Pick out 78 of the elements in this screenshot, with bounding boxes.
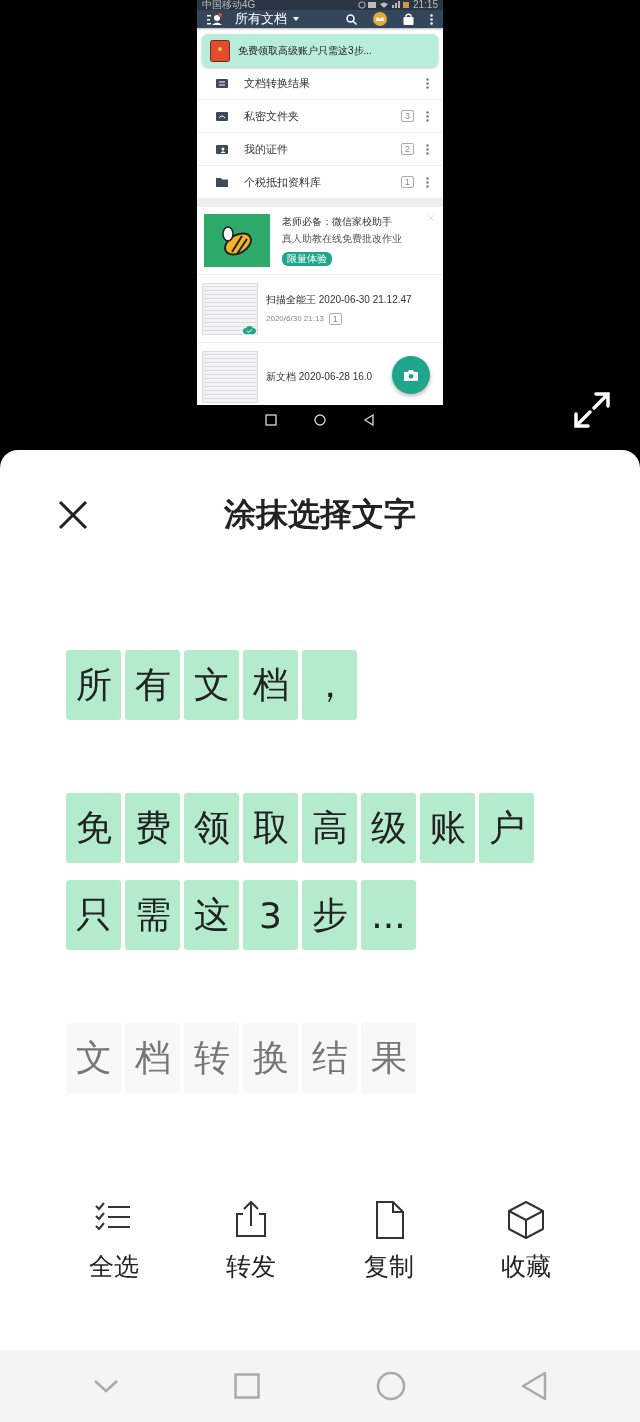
text-chip[interactable]: 所 bbox=[66, 650, 121, 720]
text-chip[interactable]: 这 bbox=[184, 880, 239, 950]
folder-row[interactable]: 我的证件 2 bbox=[197, 133, 443, 166]
action-button[interactable]: 转发 bbox=[206, 1200, 297, 1283]
action-button[interactable]: 全选 bbox=[68, 1200, 159, 1283]
more-icon[interactable] bbox=[430, 13, 433, 25]
more-icon[interactable] bbox=[426, 176, 429, 188]
cube-icon bbox=[506, 1200, 547, 1240]
bag-icon[interactable] bbox=[403, 13, 414, 25]
text-chip[interactable]: 文 bbox=[66, 1023, 121, 1093]
page-count: 1 bbox=[328, 312, 342, 325]
promo-banner[interactable]: 免费领取高级账户只需这3步... bbox=[202, 34, 438, 67]
folder-row[interactable]: 私密文件夹 3 bbox=[197, 100, 443, 133]
circle-icon bbox=[314, 414, 326, 426]
text-chip[interactable]: 免 bbox=[66, 793, 121, 863]
id-folder-icon bbox=[216, 143, 228, 155]
bee-drawing bbox=[204, 214, 270, 267]
text-chip[interactable]: 只 bbox=[66, 880, 121, 950]
text-chip[interactable]: ... bbox=[361, 880, 416, 950]
carrier-name: 中国移动4G bbox=[202, 0, 256, 10]
convert-folder-icon bbox=[216, 77, 228, 89]
more-icon[interactable] bbox=[426, 110, 429, 122]
document-thumbnail bbox=[202, 282, 258, 335]
text-chip[interactable]: 取 bbox=[243, 793, 298, 863]
text-chip[interactable]: 有 bbox=[125, 650, 180, 720]
text-chip[interactable]: 领 bbox=[184, 793, 239, 863]
text-chip[interactable]: 果 bbox=[361, 1023, 416, 1093]
text-chip[interactable]: 文 bbox=[184, 650, 239, 720]
crown-icon[interactable] bbox=[373, 12, 387, 26]
item-count: 3 bbox=[401, 110, 414, 122]
more-icon[interactable] bbox=[426, 143, 429, 155]
document-title: 新文档 2020-06-28 16.0 bbox=[266, 369, 373, 384]
text-chip[interactable]: 换 bbox=[243, 1023, 298, 1093]
document-thumbnail bbox=[202, 350, 258, 403]
folder-name: 文档转换结果 bbox=[244, 75, 311, 91]
document-row[interactable]: 扫描全能王 2020-06-30 21.12.47 2020/6/30 21:13 1 bbox=[197, 275, 443, 343]
close-icon[interactable] bbox=[57, 499, 89, 531]
text-chip[interactable]: 档 bbox=[243, 650, 298, 720]
dropdown-caret-icon[interactable] bbox=[293, 17, 299, 21]
status-icons-drawing bbox=[357, 1, 410, 9]
document-title: 扫描全能王 2020-06-30 21.12.47 bbox=[266, 292, 412, 307]
action-button[interactable]: 收藏 bbox=[481, 1200, 572, 1283]
text-chip[interactable]: 转 bbox=[184, 1023, 239, 1093]
sheet-title: 涂抹选择文字 bbox=[224, 494, 416, 535]
text-chip[interactable]: ， bbox=[302, 650, 357, 720]
folder-name: 我的证件 bbox=[244, 141, 289, 157]
text-chip[interactable]: 结 bbox=[302, 1023, 357, 1093]
action-button[interactable]: 复制 bbox=[343, 1200, 434, 1283]
text-chip[interactable]: 费 bbox=[125, 793, 180, 863]
ad-title: 老师必备：微信家校助手 bbox=[282, 215, 392, 229]
folder-name: 个税抵扣资料库 bbox=[244, 174, 322, 190]
text-chip[interactable]: 户 bbox=[479, 793, 534, 863]
back-icon bbox=[362, 414, 375, 426]
folder-icon bbox=[216, 176, 228, 188]
text-chip[interactable]: 档 bbox=[125, 1023, 180, 1093]
search-icon[interactable] bbox=[346, 13, 357, 25]
more-icon[interactable] bbox=[426, 77, 429, 89]
camera-icon bbox=[404, 369, 418, 381]
status-time: 21:15 bbox=[412, 0, 438, 10]
document-date: 2020/6/30 21:13 bbox=[266, 314, 324, 323]
item-count: 2 bbox=[401, 143, 414, 155]
text-chip[interactable]: 级 bbox=[361, 793, 416, 863]
envelope-icon bbox=[210, 39, 230, 62]
ad-subtitle: 真人助教在线免费批改作业 bbox=[282, 232, 402, 246]
item-count: 1 bbox=[401, 176, 414, 188]
square-icon bbox=[265, 414, 278, 426]
text-chip[interactable]: 高 bbox=[302, 793, 357, 863]
text-chip[interactable]: 账 bbox=[420, 793, 475, 863]
text-chip[interactable]: 3 bbox=[243, 880, 298, 950]
account-menu-icon[interactable] bbox=[207, 13, 223, 25]
expand-icon[interactable] bbox=[572, 390, 612, 430]
promo-text: 免费领取高级账户只需这3步... bbox=[238, 43, 372, 58]
folder-name: 私密文件夹 bbox=[244, 108, 300, 124]
folder-row[interactable]: 文档转换结果 bbox=[197, 67, 443, 100]
private-folder-icon bbox=[216, 110, 228, 122]
text-chip[interactable]: 步 bbox=[302, 880, 357, 950]
text-chip[interactable]: 需 bbox=[125, 880, 180, 950]
camera-button[interactable] bbox=[392, 356, 430, 394]
